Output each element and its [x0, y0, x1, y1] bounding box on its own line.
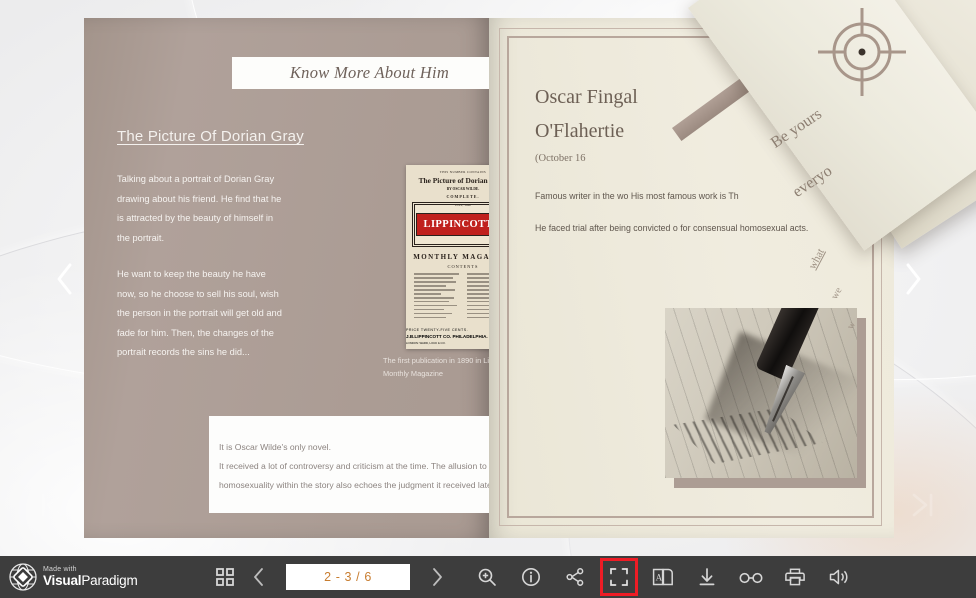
reading-mode-button[interactable]	[734, 560, 768, 594]
book-page-right[interactable]: Oscar Fingal O'Flahertie (October 16 Fam…	[489, 18, 894, 538]
biography-dates: (October 16	[535, 153, 864, 164]
section-heading: The Picture Of Dorian Gray	[117, 128, 304, 145]
page-number-input[interactable]: 2 - 3 / 6	[286, 564, 410, 590]
zoom-button[interactable]	[470, 560, 504, 594]
page-title-banner: Know More About Him	[232, 57, 489, 89]
sound-button[interactable]	[822, 560, 856, 594]
info-circle-icon	[521, 567, 541, 587]
note-line: It is Oscar Wilde's only novel.	[219, 438, 489, 457]
book-flip-icon: A	[652, 567, 674, 587]
right-page-content: Oscar Fingal O'Flahertie (October 16 Fam…	[535, 80, 864, 237]
paragraph: He faced trial after being convicted o f…	[535, 220, 864, 237]
visual-paradigm-branding[interactable]: Made with VisualParadigm	[8, 562, 188, 592]
glasses-icon	[739, 568, 763, 586]
fountain-pen-photo	[665, 308, 857, 478]
bottom-toolbar: Made with VisualParadigm 2 - 3 / 6	[0, 556, 976, 598]
right-page-body: Famous writer in the wo His most famous …	[535, 188, 864, 237]
cover-top-line: THIS NUMBER CONTAINS	[406, 170, 489, 174]
note-box: It is Oscar Wilde's only novel. It recei…	[209, 416, 489, 513]
toolbar-next-button[interactable]	[420, 560, 454, 594]
info-button[interactable]	[514, 560, 548, 594]
magnifier-plus-icon	[477, 567, 497, 587]
share-nodes-icon	[565, 567, 585, 587]
share-button[interactable]	[558, 560, 592, 594]
photo-frame-accent	[674, 318, 866, 488]
fullscreen-expand-icon	[609, 567, 629, 587]
cover-date: JULY, 1890	[406, 203, 489, 207]
image-caption: The first publication in 1890 in Lippinc…	[383, 354, 489, 380]
brand-name: VisualParadigm	[43, 574, 138, 588]
cover-complete: COMPLETE.	[406, 194, 489, 199]
cover-monthly: MONTHLY MAGAZINE	[406, 253, 489, 261]
fullscreen-button[interactable]	[602, 560, 636, 594]
last-page-button[interactable]	[900, 482, 946, 528]
paragraph: Famous writer in the wo His most famous …	[535, 188, 864, 205]
download-button[interactable]	[690, 560, 724, 594]
printer-icon	[785, 567, 805, 587]
brand-name-bold: Visual	[43, 573, 81, 588]
prev-page-arrow[interactable]	[48, 250, 82, 308]
toolbar-prev-button[interactable]	[242, 560, 276, 594]
print-button[interactable]	[778, 560, 812, 594]
cover-address: LONDON: WARD, LOCK & CO.	[406, 341, 489, 345]
cover-price: PRICE TWENTY-FIVE CENTS.	[406, 328, 489, 332]
toolbar-center-controls: 2 - 3 / 6	[208, 560, 454, 594]
skip-to-start-icon	[34, 488, 68, 522]
book-page-left[interactable]: Know More About Him The Picture Of Doria…	[84, 18, 489, 538]
cover-publisher: J.B.LIPPINCOTT CO. PHILADELPHIA.	[406, 334, 489, 339]
svg-text:A: A	[656, 572, 663, 582]
page-indicator-text: 2 - 3 / 6	[324, 570, 372, 584]
visual-paradigm-logo-icon	[8, 562, 38, 592]
chevron-right-icon	[903, 262, 923, 296]
chevron-left-icon	[251, 567, 267, 587]
note-line: It received a lot of controversy and cri…	[219, 457, 489, 495]
chevron-left-icon	[55, 262, 75, 296]
cover-brand: LIPPINCOTT'S	[424, 219, 489, 230]
cover-brand-banner: LIPPINCOTT'S	[416, 213, 489, 236]
next-page-arrow[interactable]	[896, 250, 930, 308]
chevron-right-icon	[429, 567, 445, 587]
toolbar-right-controls: A	[470, 560, 856, 594]
flipbook[interactable]: Know More About Him The Picture Of Doria…	[84, 18, 894, 538]
brand-text-block: Made with VisualParadigm	[43, 566, 138, 588]
left-page-body: Talking about a portrait of Dorian Gray …	[117, 170, 287, 363]
biography-title-line2: O'Flahertie	[535, 114, 864, 148]
biography-title-line1: Oscar Fingal	[535, 80, 864, 114]
paragraph: He want to keep the beauty he have now, …	[117, 265, 287, 363]
page-flip-button[interactable]: A	[646, 560, 680, 594]
cover-contents-lines	[414, 273, 489, 323]
page-title: Know More About Him	[290, 63, 449, 83]
download-arrow-icon	[697, 567, 717, 587]
first-page-button[interactable]	[28, 482, 74, 528]
thumbnails-button[interactable]	[208, 560, 242, 594]
brand-name-light: Paradigm	[81, 573, 137, 588]
cover-byline: BY OSCAR WILDE.	[406, 187, 489, 191]
speaker-volume-icon	[828, 567, 850, 587]
paragraph: Talking about a portrait of Dorian Gray …	[117, 170, 287, 248]
cover-contents: CONTENTS	[406, 264, 489, 269]
skip-to-end-icon	[906, 488, 940, 522]
cover-title: The Picture of Dorian Gray.	[406, 176, 489, 185]
grid-thumbnails-icon	[216, 568, 234, 586]
lippincotts-cover-image: THIS NUMBER CONTAINS The Picture of Dori…	[406, 165, 489, 349]
